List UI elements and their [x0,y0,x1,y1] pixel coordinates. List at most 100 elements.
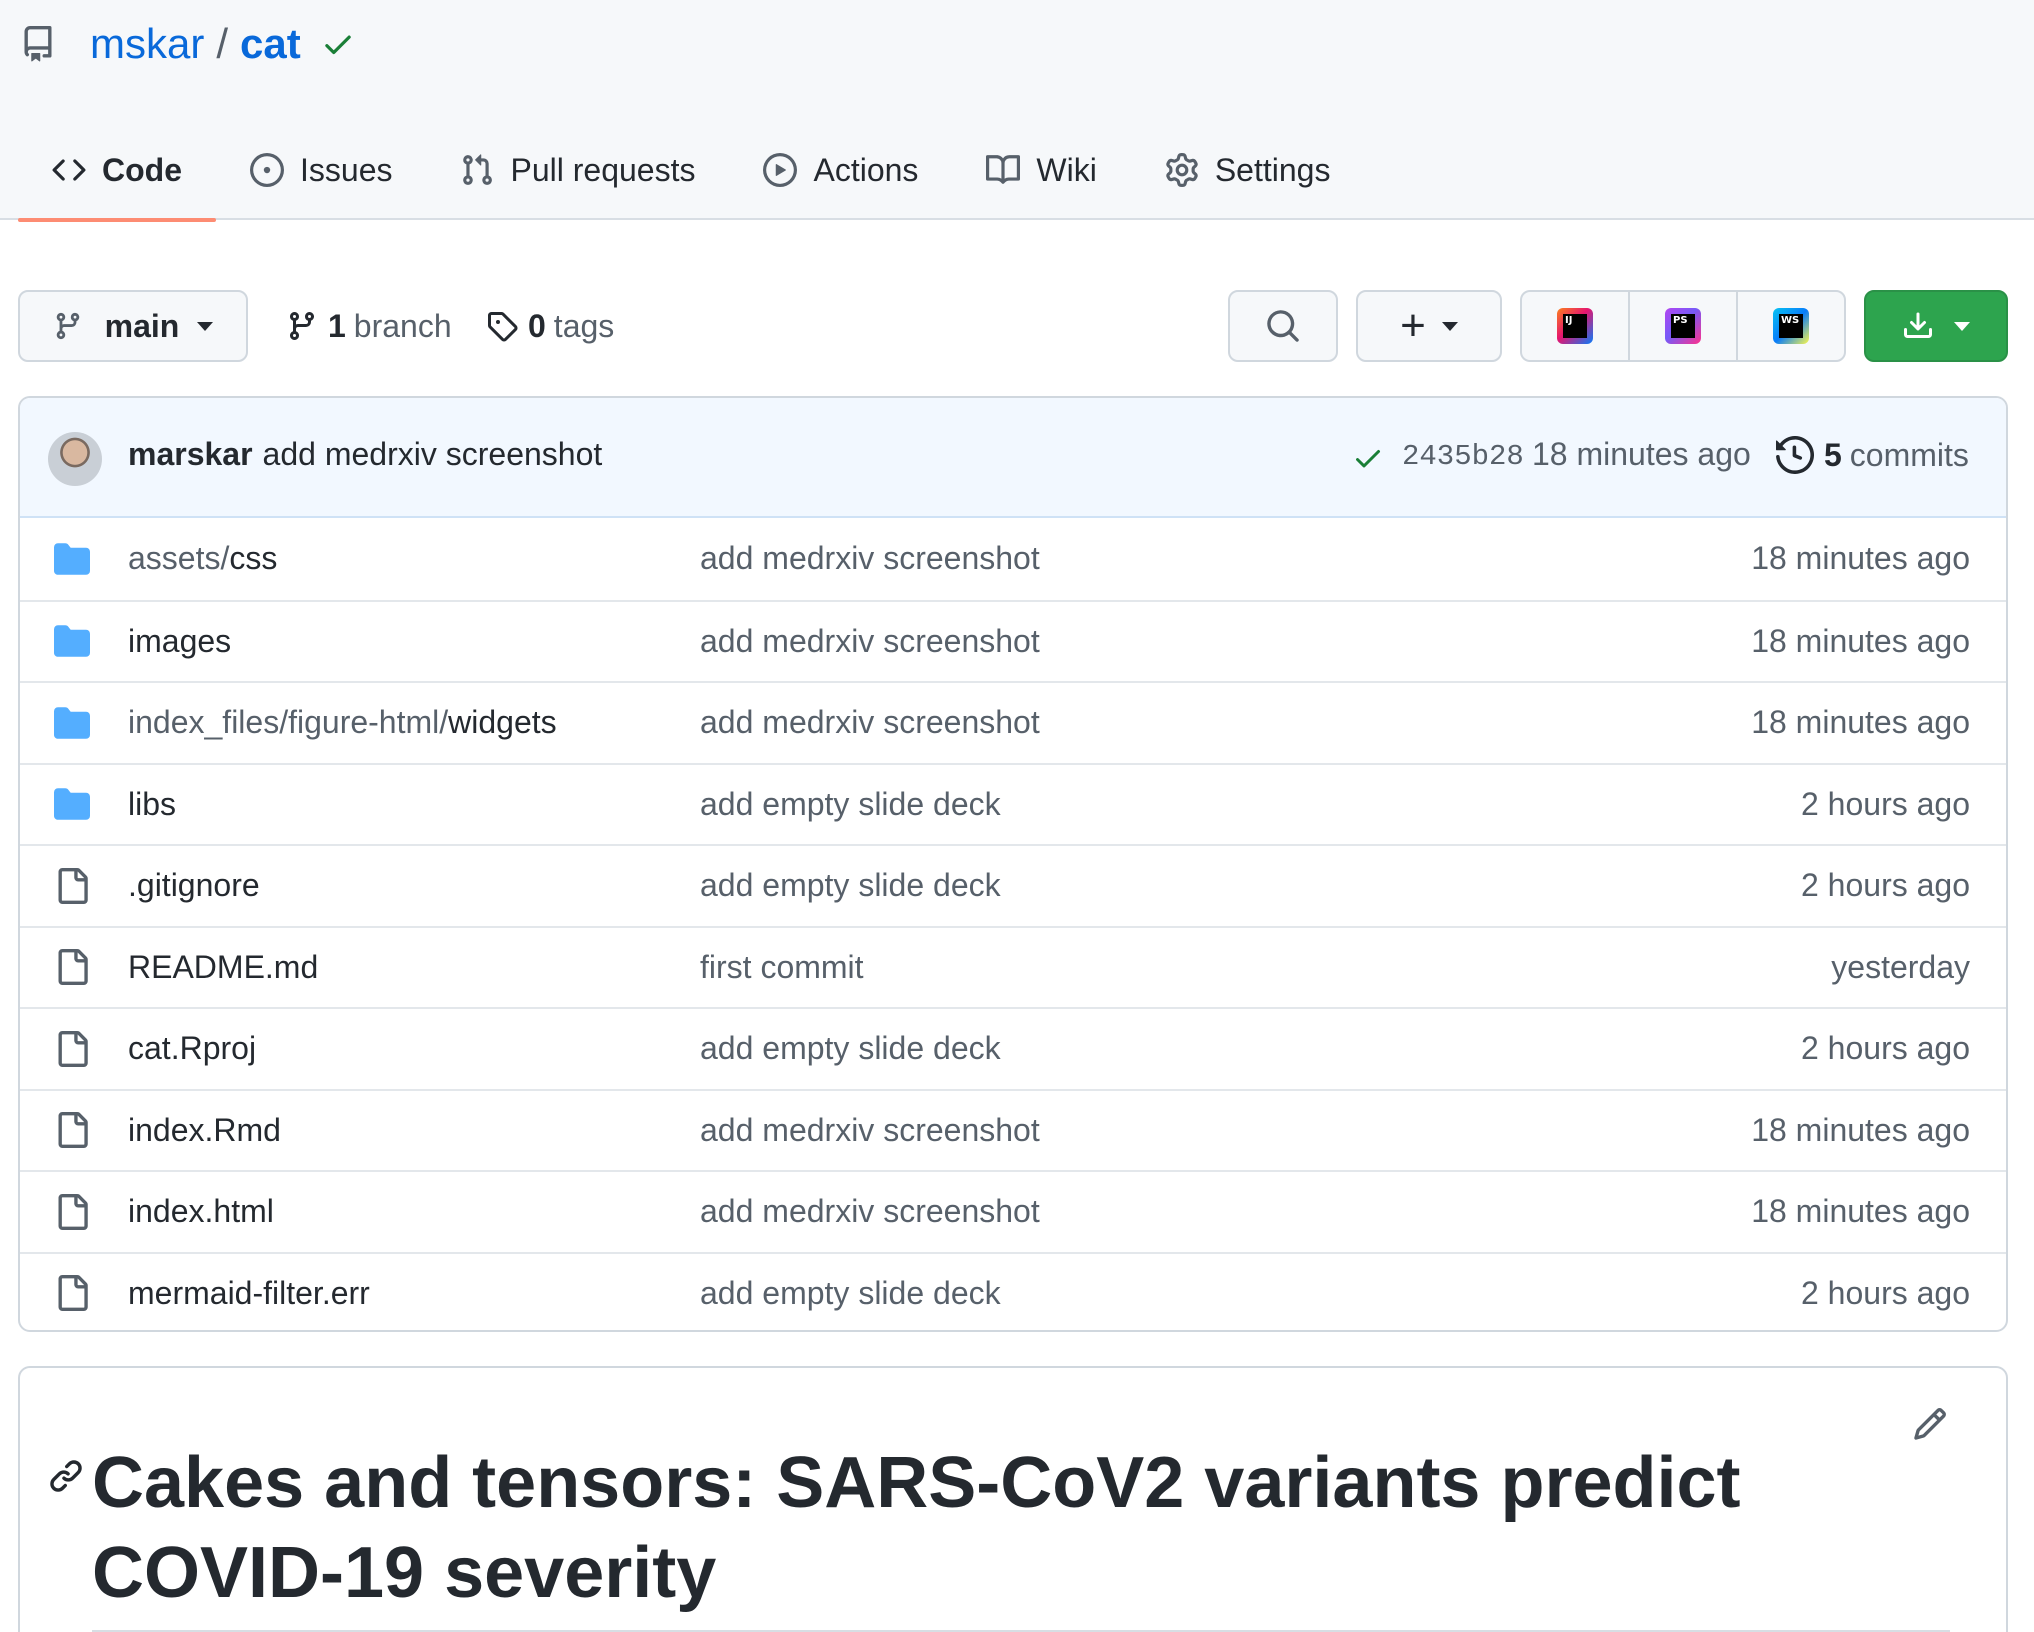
chevron-down-icon [1954,321,1970,331]
file-row[interactable]: index.html add medrxiv screenshot 18 minut… [20,1170,2006,1252]
file-name-link[interactable]: .gitignore [128,867,260,904]
add-file-button[interactable]: + [1356,290,1502,362]
tab-settings[interactable]: Settings [1131,120,1365,220]
file-name-link[interactable]: README.md [128,949,318,986]
link-icon[interactable] [48,1458,84,1494]
latest-commit-bar: marskar add medrxiv screenshot 2435b28 18… [20,398,2006,518]
commit-time: 18 minutes ago [1532,436,1751,472]
open-in-phpstorm-button[interactable]: PS [1630,292,1738,360]
file-row[interactable]: cat.Rproj add empty slide deck 2 hours ago [20,1007,2006,1089]
file-row[interactable]: mermaid-filter.err add empty slide deck 2 … [20,1251,2006,1331]
avatar[interactable] [48,432,102,486]
repo-toolbar: main 1 branch 0 tags + IJ PS WS [18,290,2008,364]
file-name: index.html [128,1193,274,1230]
file-name: images [128,622,232,659]
commit-message-link[interactable]: add medrxiv screenshot [263,436,603,472]
folder-icon [54,788,90,820]
check-icon[interactable] [1352,442,1384,474]
file-name: README.md [128,948,319,985]
commits-history-link[interactable]: 5 commits [1776,436,1969,474]
play-icon [763,153,798,187]
tag-icon [488,312,518,342]
commit-count-label: commits [1849,436,1969,473]
intellij-icon-text: IJ [1563,314,1587,338]
open-in-intellij-button[interactable]: IJ [1522,292,1630,360]
file-icon [58,1112,88,1149]
branches-link[interactable]: 1 branch [286,290,452,362]
tab-pull-requests[interactable]: Pull requests [426,120,729,220]
pencil-icon[interactable] [1912,1406,1948,1442]
repo-name-link[interactable]: cat [240,20,301,68]
file-row[interactable]: images add medrxiv screenshot 18 minutes a… [20,599,2006,682]
branch-name: main [104,307,180,344]
code-download-button[interactable] [1864,290,2008,362]
file-commit-message-link[interactable]: add empty slide deck [700,867,1001,904]
file-name-link[interactable]: libs [128,786,176,823]
file-commit-age: 18 minutes ago [1751,622,1970,659]
file-commit-message-link[interactable]: first commit [700,949,864,986]
repo-owner-link[interactable]: mskar [90,20,204,68]
file-dir-prefix: index_files/figure-html/ [128,704,449,741]
go-to-file-search-button[interactable] [1228,290,1338,362]
file-commit-message-link[interactable]: add empty slide deck [700,786,1001,823]
file-row[interactable]: index_files/figure-html/widgets add medrx… [20,681,2006,763]
file-icon [58,1193,88,1230]
file-name-link[interactable]: assets/css [128,540,277,577]
tags-link[interactable]: 0 tags [486,290,614,362]
webstorm-icon: WS [1773,308,1809,344]
file-icon [58,949,88,986]
branch-select-button[interactable]: main [18,290,248,362]
file-row[interactable]: README.md first commit yesterday [20,925,2006,1008]
intellij-icon: IJ [1557,308,1593,344]
tag-count: 0 [528,307,546,344]
file-commit-age: 18 minutes ago [1751,540,1970,577]
tab-wiki[interactable]: Wiki [952,120,1130,220]
file-commit-message-link[interactable]: add medrxiv screenshot [700,623,1040,660]
tab-settings-label: Settings [1214,151,1331,188]
file-name-link[interactable]: cat.Rproj [128,1030,256,1067]
file-row[interactable]: .gitignore add empty slide deck 2 hours ag… [20,844,2006,926]
file-commit-message-link[interactable]: add medrxiv screenshot [700,540,1040,577]
file-name-link[interactable]: index.html [128,1193,274,1230]
file-commit-message-link[interactable]: add medrxiv screenshot [700,1112,1040,1149]
phpstorm-icon-text: PS [1671,314,1695,338]
file-row[interactable]: libs add empty slide deck 2 hours ago [20,762,2006,845]
repo-separator: / [216,20,229,67]
tab-actions-label: Actions [813,151,919,188]
file-name-link[interactable]: mermaid-filter.err [128,1275,370,1312]
file-commit-message-link[interactable]: add empty slide deck [700,1030,1001,1067]
file-list: assets/css add medrxiv screenshot 18 minut… [20,518,2006,1331]
file-commit-message-link[interactable]: add empty slide deck [700,1275,1001,1312]
commit-author-link[interactable]: marskar [128,436,253,472]
file-dir-prefix: assets/ [128,540,230,577]
file-commit-age: 2 hours ago [1800,785,1970,822]
file-icon [58,867,88,904]
tab-issues-label: Issues [300,151,393,188]
tab-code-label: Code [102,151,182,188]
file-name: .gitignore [128,867,260,904]
open-in-webstorm-button[interactable]: WS [1738,292,1844,360]
file-commit-age: 2 hours ago [1800,1274,1970,1311]
folder-icon [54,543,90,575]
history-icon [1776,436,1814,474]
repo-title: mskar / cat [20,18,355,70]
tab-issues[interactable]: Issues [216,120,426,220]
readme-panel: Cakes and tensors: SARS-CoV2 variants pr… [18,1366,2008,1632]
file-commit-message-link[interactable]: add medrxiv screenshot [700,1193,1040,1230]
tab-code[interactable]: Code [18,120,216,222]
commit-sha-link[interactable]: 2435b28 [1402,440,1524,473]
plus-icon: + [1400,301,1426,350]
file-row[interactable]: assets/css add medrxiv screenshot 18 minut… [20,518,2006,600]
file-name-link[interactable]: index.Rmd [128,1112,281,1149]
tab-actions[interactable]: Actions [729,120,952,220]
file-commit-age: 18 minutes ago [1751,1193,1970,1230]
file-commit-message-link[interactable]: add medrxiv screenshot [700,704,1040,741]
file-row[interactable]: index.Rmd add medrxiv screenshot 18 minute… [20,1088,2006,1171]
pull-request-icon [463,154,493,185]
latest-commit-message: marskar add medrxiv screenshot [128,436,602,473]
file-name-link[interactable]: images [128,623,231,660]
file-name-link[interactable]: index_files/figure-html/widgets [128,704,557,741]
code-icon [52,159,86,181]
webstorm-icon-text: WS [1779,314,1803,338]
file-browser: marskar add medrxiv screenshot 2435b28 18… [18,396,2008,1332]
